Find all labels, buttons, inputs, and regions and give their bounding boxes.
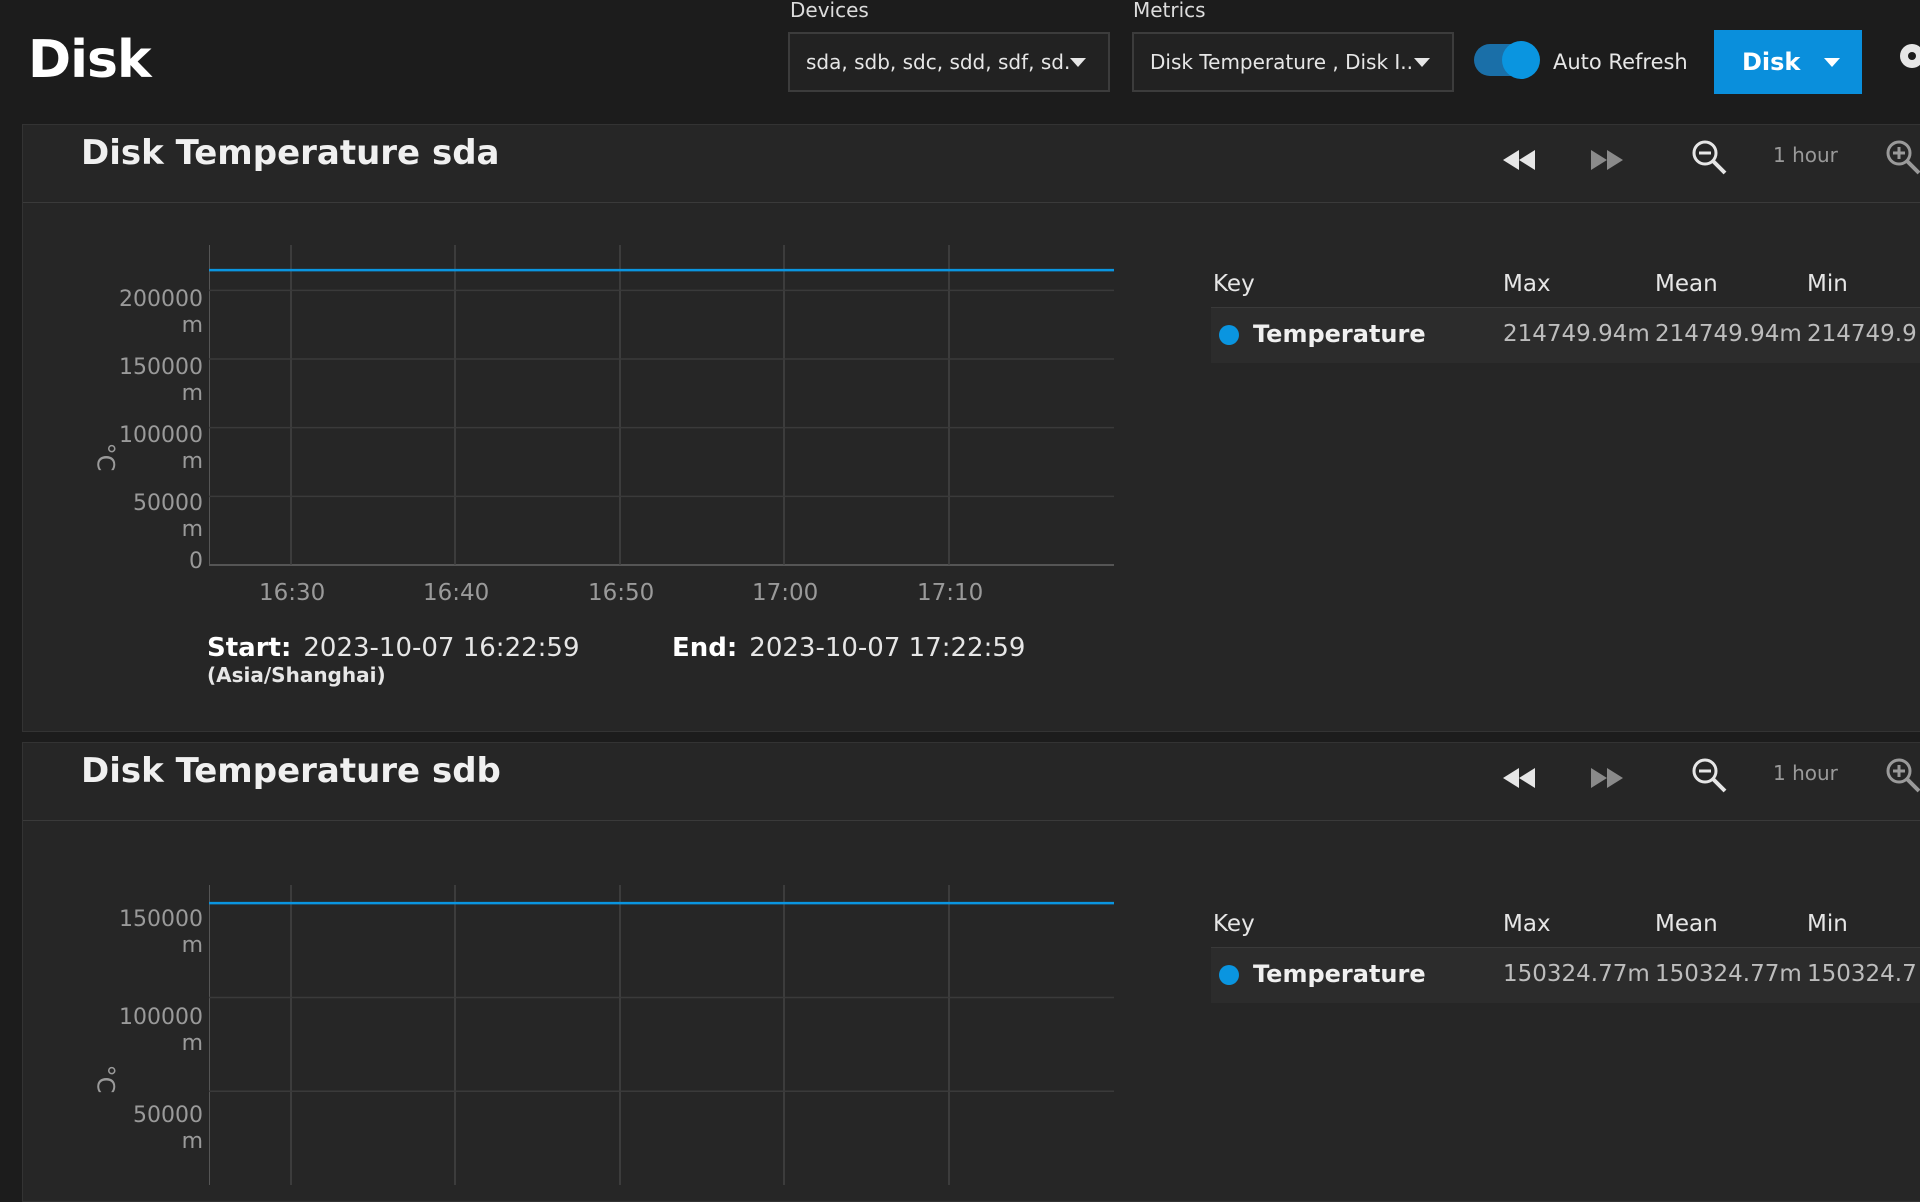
zoom-level: 1 hour [1773,143,1838,167]
x-tick-label: 17:10 [917,580,984,606]
chart-card-sda: Disk Temperature sda 1 hour °C 200000 m … [22,124,1920,732]
y-tick-label: 100000 m [83,1005,203,1057]
y-tick: 100000 m [119,423,203,474]
y-tick-label: 100000 m [83,423,203,475]
legend-header-min: Min [1807,911,1848,937]
y-tick-label: 50000 m [83,1103,203,1155]
plot-marks [209,245,1114,565]
zoom-level: 1 hour [1773,761,1838,785]
card-title: Disk Temperature sdb [81,751,501,791]
legend-mean: 214749.94m [1655,321,1802,347]
y-tick: 0 [189,549,203,574]
legend-header-key: Key [1213,271,1255,297]
devices-select[interactable]: sda, sdb, sdc, sdd, sdf, sd... [788,32,1110,92]
devices-label: Devices [790,0,869,22]
chevron-down-icon [1070,57,1086,67]
y-tick: 50000 m [133,1103,203,1154]
rewind-icon[interactable] [1499,763,1539,793]
disk-menu-button[interactable]: Disk [1714,30,1862,94]
devices-value: sda, sdb, sdc, sdd, sdf, sd... [806,50,1070,74]
legend-header-mean: Mean [1655,271,1718,297]
legend-max: 150324.77m [1503,961,1650,987]
card-header: Disk Temperature sdb 1 hour [23,743,1920,821]
rewind-icon[interactable] [1499,145,1539,175]
legend-min: 150324.7 [1807,961,1917,987]
range-end: End: 2023-10-07 17:22:59 [672,633,1025,663]
zoom-out-icon[interactable] [1689,137,1729,177]
legend-mean: 150324.77m [1655,961,1802,987]
y-tick-label: 200000 m [83,287,203,339]
x-tick-label: 16:30 [259,580,326,606]
legend-header-max: Max [1503,911,1551,937]
y-tick: 150000 m [119,355,203,406]
card-header: Disk Temperature sda 1 hour [23,125,1920,203]
legend-header-max: Max [1503,271,1551,297]
toggle-knob [1502,41,1540,79]
metrics-select[interactable]: Disk Temperature , Disk I... [1132,32,1454,92]
chevron-down-icon [1414,57,1430,67]
legend-header-min: Min [1807,271,1848,297]
legend-series-name: Temperature [1253,960,1426,988]
plot-marks [209,885,1114,1185]
x-tick-label: 16:50 [588,580,655,606]
end-label: End: [672,633,738,663]
x-tick-label: 17:00 [752,580,819,606]
x-tick-label: 16:40 [423,580,490,606]
y-axis-unit: °C [91,1064,120,1094]
fast-forward-icon[interactable] [1587,145,1627,175]
fast-forward-icon[interactable] [1587,763,1627,793]
start-value: 2023-10-07 16:22:59 [303,633,580,663]
zoom-in-icon[interactable] [1883,755,1920,795]
plot-area-sdb [209,885,1114,1185]
y-tick-label: 0 [83,549,203,575]
page-title: Disk [28,30,152,90]
metrics-value: Disk Temperature , Disk I... [1150,50,1414,74]
metrics-label: Metrics [1133,0,1206,22]
chevron-down-icon [1824,57,1840,67]
legend-max: 214749.94m [1503,321,1650,347]
series-swatch [1219,965,1239,985]
legend-row[interactable]: Temperature 214749.94m 214749.94m 214749… [1211,308,1920,363]
card-title: Disk Temperature sda [81,133,500,173]
chart-card-sdb: Disk Temperature sdb 1 hour °C 150000 m … [22,742,1920,1202]
disk-button-label: Disk [1742,48,1801,76]
plot-area-sda [209,245,1114,566]
y-tick-label: 150000 m [83,355,203,407]
legend-series-name: Temperature [1253,320,1426,348]
top-toolbar: Disk Devices sda, sdb, sdc, sdd, sdf, sd… [0,0,1920,122]
y-tick-label: 50000 m [83,491,203,543]
y-tick: 50000 m [133,491,203,542]
y-tick: 100000 m [119,1005,203,1056]
gear-icon[interactable] [1900,44,1920,68]
y-tick: 150000 m [119,907,203,958]
zoom-out-icon[interactable] [1689,755,1729,795]
series-swatch [1219,325,1239,345]
legend-header-mean: Mean [1655,911,1718,937]
y-tick-label: 150000 m [83,907,203,959]
y-tick: 200000 m [119,287,203,338]
start-label: Start: [207,633,292,663]
range-start: Start: 2023-10-07 16:22:59 [207,633,580,663]
timezone: (Asia/Shanghai) [207,663,386,687]
legend-min: 214749.9 [1807,321,1917,347]
legend-header-key: Key [1213,911,1255,937]
auto-refresh-label: Auto Refresh [1553,50,1688,74]
legend-row[interactable]: Temperature 150324.77m 150324.77m 150324… [1211,948,1920,1003]
end-value: 2023-10-07 17:22:59 [749,633,1026,663]
auto-refresh-toggle[interactable] [1474,41,1540,79]
zoom-in-icon[interactable] [1883,137,1920,177]
